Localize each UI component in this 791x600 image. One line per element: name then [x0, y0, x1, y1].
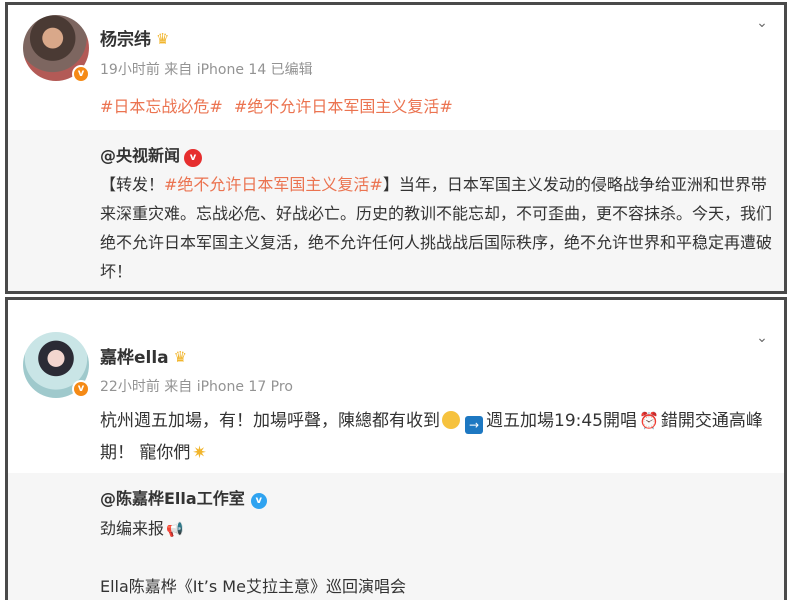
repost-line: 劲编来报 📢: [100, 515, 183, 539]
weibo-card: v 杨宗纬 ♛ 19小时前 来自 iPhone 14 已编辑 ⌄ #日本忘战必危#…: [5, 2, 787, 294]
wink-face-icon: [442, 411, 460, 429]
hashtag-line: #日本忘战必危# #绝不允许日本军国主义复活#: [100, 93, 459, 117]
chevron-down-icon[interactable]: ⌄: [754, 15, 770, 31]
arrow-right-icon: →: [465, 416, 483, 434]
verified-badge-icon: v: [72, 380, 90, 398]
repost-text: 【转发！#绝不允许日本军国主义复活#】当年，日本军国主义发动的侵略战争给亚洲和世…: [100, 170, 780, 286]
verified-blue-icon: v: [250, 493, 267, 509]
hashtag-link[interactable]: #日本忘战必危#: [100, 97, 223, 116]
post-text-2: 週五加場19:45開唱: [486, 411, 637, 431]
repost-line: Ella陈嘉桦《It’s Me艾拉主意》巡回演唱会: [100, 577, 406, 596]
post-text: 杭州週五加場，有！加場呼聲，陳總都有收到 → 週五加場19:45開唱 ⏰ 錯開交通高峰期…: [100, 405, 780, 469]
author-name-text[interactable]: 嘉桦ella: [100, 348, 169, 368]
megaphone-icon: 📢: [166, 522, 184, 538]
crown-icon: ♛: [173, 348, 188, 366]
author-name[interactable]: 杨宗纬 ♛: [100, 25, 169, 50]
verified-badge-icon: v: [72, 65, 90, 83]
chevron-down-icon[interactable]: ⌄: [754, 330, 770, 346]
post-meta: 22小时前 来自 iPhone 17 Pro: [100, 379, 293, 395]
repost-box: @陈嘉桦Ella工作室 v 劲编来报 📢 Ella陈嘉桦《It’s Me艾拉主意》巡…: [8, 473, 784, 600]
alarm-clock-icon: ⏰: [639, 411, 659, 430]
hug-icon: ✷: [192, 443, 207, 463]
post-text-1: 杭州週五加場，有！加場呼聲，陳總都有收到: [100, 411, 440, 431]
hashtag-link[interactable]: #绝不允许日本军国主义复活#: [164, 175, 383, 194]
repost-box: @央视新闻 v 【转发！#绝不允许日本军国主义复活#】当年，日本军国主义发动的侵略…: [8, 130, 784, 291]
weibo-card: v 嘉桦ella ♛ 22小时前 来自 iPhone 17 Pro ⌄ 杭州週五加…: [5, 297, 787, 600]
author-name-text[interactable]: 杨宗纬: [100, 30, 151, 50]
verified-red-icon: v: [184, 149, 203, 167]
repost-author[interactable]: @央视新闻 v: [100, 142, 203, 167]
repost-author-text[interactable]: @陈嘉桦Ella工作室: [100, 489, 245, 508]
crown-icon: ♛: [156, 30, 170, 48]
post-meta: 19小时前 来自 iPhone 14 已编辑: [100, 62, 313, 78]
author-name[interactable]: 嘉桦ella ♛: [100, 343, 187, 368]
repost-text-prefix: 【转发！: [100, 175, 165, 194]
repost-author-text[interactable]: @央视新闻: [100, 146, 180, 165]
repost-author[interactable]: @陈嘉桦Ella工作室 v: [100, 485, 267, 509]
hashtag-link[interactable]: #绝不允许日本军国主义复活#: [234, 97, 453, 116]
repost-line-text: 劲编来报: [100, 519, 165, 538]
